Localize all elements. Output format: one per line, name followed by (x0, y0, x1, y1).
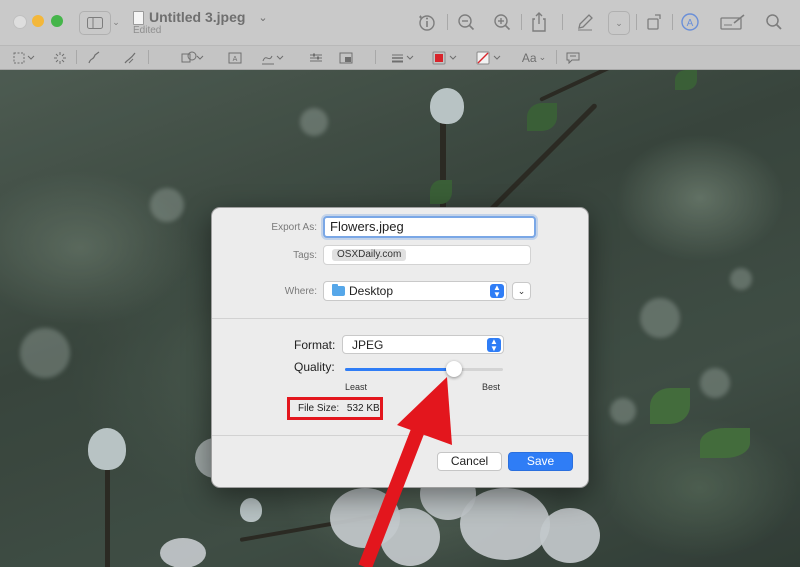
format-value: JPEG (352, 338, 384, 352)
file-size-label: File Size: (298, 403, 340, 414)
fill-color-button[interactable] (474, 49, 506, 66)
search-icon (766, 14, 782, 30)
rect-select-button[interactable] (10, 49, 40, 66)
zoom-in-button[interactable] (490, 10, 514, 34)
share-button[interactable] (527, 9, 551, 35)
note-button[interactable] (563, 49, 583, 66)
title-menu-chevron-icon[interactable]: ⌄ (256, 9, 270, 25)
sidebar-toggle-button[interactable] (79, 11, 111, 35)
quality-slider[interactable] (345, 361, 503, 377)
text-style-label: Aa (521, 50, 537, 65)
chevron-down-icon[interactable]: ⌄ (110, 14, 122, 30)
export-as-field[interactable]: Flowers.jpeg (323, 216, 536, 238)
format-label: Format: (294, 338, 336, 352)
format-select[interactable]: JPEG ▲ ▼ (342, 335, 504, 354)
file-size-value: 532 KB (346, 403, 380, 414)
info-icon (419, 15, 435, 31)
draw-icon (124, 52, 136, 63)
text-style-button[interactable]: Aa ⌄ (518, 49, 550, 66)
rect-select-icon (13, 52, 35, 63)
minimize-window-button[interactable] (32, 15, 44, 27)
highlight-button[interactable]: A (678, 10, 702, 34)
document-icon (133, 11, 144, 25)
sign-button[interactable] (258, 49, 288, 66)
tag-chip[interactable]: OSXDaily.com (332, 249, 407, 261)
info-button[interactable] (414, 10, 438, 34)
text-box-icon: A (228, 52, 242, 63)
shapes-button[interactable] (178, 49, 208, 66)
share-icon (532, 12, 546, 32)
svg-text:A: A (687, 18, 694, 29)
quality-slider-fill (345, 368, 455, 371)
sign-icon (262, 55, 284, 64)
svg-text:A: A (233, 56, 238, 63)
chevron-down-icon: ⌄ (538, 52, 547, 62)
export-dialog: Export As: Flowers.jpeg Tags: OSXDaily.c… (211, 207, 589, 488)
folder-icon (332, 284, 345, 296)
rotate-icon (647, 14, 661, 30)
zoom-window-button[interactable] (51, 15, 63, 27)
adjust-size-icon (339, 52, 353, 63)
quality-label: Quality: (294, 360, 335, 374)
search-button[interactable] (762, 10, 786, 34)
draw-button[interactable] (120, 49, 140, 66)
rotate-button[interactable] (642, 10, 666, 34)
sketch-button[interactable] (84, 49, 104, 66)
divider (212, 318, 588, 319)
close-window-button[interactable] (13, 15, 27, 29)
tags-label: Tags: (293, 250, 317, 261)
where-select[interactable]: Desktop ▲ ▼ (323, 281, 507, 301)
fill-color-icon (476, 51, 501, 64)
where-value: Desktop (349, 284, 394, 298)
markup-toolbar: A Aa ⌄ (0, 45, 800, 70)
border-color-button[interactable] (430, 49, 462, 66)
window-subtitle: Edited (133, 25, 162, 36)
up-down-arrows-icon: ▲ ▼ (490, 284, 504, 299)
least-label: Least (345, 382, 368, 392)
sidebar-icon (87, 17, 103, 29)
line-style-button[interactable] (388, 49, 418, 66)
cancel-button[interactable]: Cancel (437, 452, 502, 471)
adjust-color-button[interactable] (306, 49, 326, 66)
adjust-size-button[interactable] (336, 49, 356, 66)
zoom-out-button[interactable] (454, 10, 478, 34)
markup-circle-icon: A (681, 13, 699, 31)
markup-menu-button[interactable]: ⌄ (608, 11, 630, 35)
shapes-icon (181, 51, 204, 62)
sketch-icon (88, 51, 100, 63)
zoom-out-icon (458, 14, 475, 31)
instant-alpha-button[interactable] (50, 49, 70, 66)
zoom-in-icon (494, 14, 511, 31)
file-size-highlight: File Size: 532 KB (287, 397, 383, 420)
quality-slider-knob[interactable] (446, 361, 463, 377)
border-color-icon (432, 51, 457, 64)
markup-button[interactable] (572, 10, 598, 34)
tags-field[interactable]: OSXDaily.com (323, 245, 531, 265)
up-down-arrows-icon: ▲ ▼ (487, 338, 501, 353)
text-box-button[interactable]: A (225, 49, 245, 66)
divider (212, 435, 588, 436)
signature-icon (720, 14, 745, 30)
expand-dialog-button[interactable]: ⌄ (512, 282, 531, 300)
adjust-color-icon (310, 53, 322, 61)
where-label: Where: (284, 286, 317, 297)
window-title[interactable]: Untitled 3.jpeg (149, 9, 245, 25)
save-button[interactable]: Save (508, 452, 573, 471)
markup-pen-icon (578, 14, 593, 31)
best-label: Best (482, 382, 501, 392)
title-bar: ⌄ Untitled 3.jpeg ⌄ Edited ⌄ A (0, 0, 800, 45)
signature-button[interactable] (718, 10, 748, 34)
line-style-icon (392, 54, 414, 62)
export-as-label: Export As: (271, 222, 317, 233)
instant-alpha-icon (54, 51, 66, 64)
note-icon (566, 52, 580, 64)
